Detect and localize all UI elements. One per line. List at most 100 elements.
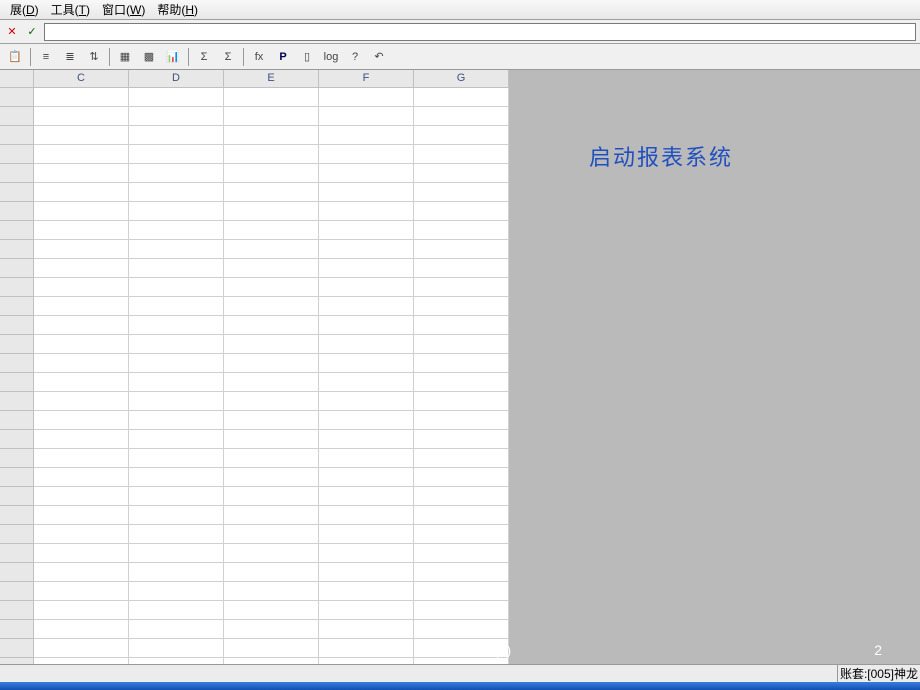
cell[interactable] (414, 259, 509, 278)
cell[interactable] (224, 639, 319, 658)
cell[interactable] (224, 563, 319, 582)
cell[interactable] (34, 202, 129, 221)
cell[interactable] (224, 183, 319, 202)
cell[interactable] (34, 183, 129, 202)
cell[interactable] (34, 506, 129, 525)
cell[interactable] (34, 164, 129, 183)
cell[interactable] (129, 107, 224, 126)
cell[interactable] (129, 259, 224, 278)
cell[interactable] (224, 392, 319, 411)
cell[interactable] (224, 487, 319, 506)
cell[interactable] (34, 582, 129, 601)
cell[interactable] (34, 449, 129, 468)
cell[interactable] (414, 221, 509, 240)
cell[interactable] (414, 601, 509, 620)
cell[interactable] (319, 126, 414, 145)
cell[interactable] (34, 525, 129, 544)
cell[interactable] (414, 145, 509, 164)
cell[interactable] (34, 392, 129, 411)
cell[interactable] (319, 88, 414, 107)
cell[interactable] (224, 354, 319, 373)
cell[interactable] (414, 240, 509, 259)
cell[interactable] (414, 506, 509, 525)
cell[interactable] (319, 525, 414, 544)
cell[interactable] (129, 620, 224, 639)
cell[interactable] (414, 392, 509, 411)
cell[interactable] (129, 563, 224, 582)
formula-input[interactable] (44, 23, 916, 41)
cell[interactable] (34, 278, 129, 297)
cell[interactable] (414, 278, 509, 297)
cell[interactable] (224, 164, 319, 183)
cell[interactable] (319, 164, 414, 183)
row-header[interactable] (0, 145, 34, 164)
cell[interactable] (224, 240, 319, 259)
row-header[interactable] (0, 202, 34, 221)
cell[interactable] (414, 563, 509, 582)
cell[interactable] (129, 506, 224, 525)
cell[interactable] (129, 183, 224, 202)
func-icon[interactable]: fx (248, 47, 270, 67)
cell[interactable] (129, 487, 224, 506)
cell[interactable] (34, 544, 129, 563)
cell[interactable] (414, 620, 509, 639)
cell[interactable] (414, 411, 509, 430)
cell[interactable] (129, 430, 224, 449)
cell[interactable] (34, 487, 129, 506)
cell[interactable] (34, 563, 129, 582)
cell[interactable] (224, 335, 319, 354)
row-header[interactable] (0, 544, 34, 563)
cell[interactable] (224, 525, 319, 544)
cell[interactable] (34, 620, 129, 639)
cell[interactable] (129, 392, 224, 411)
row-header[interactable] (0, 316, 34, 335)
cell[interactable] (129, 373, 224, 392)
cell[interactable] (319, 240, 414, 259)
row-header[interactable] (0, 373, 34, 392)
cell[interactable] (224, 221, 319, 240)
row-header[interactable] (0, 620, 34, 639)
cell[interactable] (224, 316, 319, 335)
row-header[interactable] (0, 183, 34, 202)
cell[interactable] (129, 316, 224, 335)
cell[interactable] (319, 221, 414, 240)
cell[interactable] (319, 183, 414, 202)
row-header[interactable] (0, 278, 34, 297)
row-header[interactable] (0, 411, 34, 430)
cell[interactable] (319, 620, 414, 639)
menu-工具[interactable]: 工具(T) (45, 0, 96, 20)
grid2-icon[interactable]: ▩ (138, 47, 160, 67)
doc-icon[interactable]: ▯ (296, 47, 318, 67)
cell[interactable] (319, 563, 414, 582)
cell[interactable] (224, 411, 319, 430)
cell[interactable] (129, 601, 224, 620)
cell[interactable] (414, 373, 509, 392)
cell[interactable] (34, 145, 129, 164)
cell[interactable] (319, 335, 414, 354)
cell[interactable] (129, 297, 224, 316)
menu-帮助[interactable]: 帮助(H) (151, 0, 204, 20)
cell[interactable] (34, 601, 129, 620)
cell[interactable] (34, 354, 129, 373)
cell[interactable] (129, 411, 224, 430)
cell[interactable] (34, 221, 129, 240)
cell[interactable] (224, 601, 319, 620)
cell[interactable] (224, 126, 319, 145)
row-header[interactable] (0, 487, 34, 506)
cell[interactable] (319, 316, 414, 335)
sigma-icon[interactable]: Σ (193, 47, 215, 67)
cell[interactable] (319, 506, 414, 525)
row-header[interactable] (0, 449, 34, 468)
row-header[interactable] (0, 240, 34, 259)
col-header-C[interactable]: C (34, 70, 129, 87)
grid1-icon[interactable]: ▦ (114, 47, 136, 67)
cell[interactable] (129, 335, 224, 354)
cell[interactable] (129, 240, 224, 259)
cell[interactable] (319, 354, 414, 373)
cell[interactable] (319, 601, 414, 620)
cell[interactable] (414, 449, 509, 468)
row-header[interactable] (0, 430, 34, 449)
row-header[interactable] (0, 468, 34, 487)
col-header-E[interactable]: E (224, 70, 319, 87)
cell[interactable] (34, 430, 129, 449)
